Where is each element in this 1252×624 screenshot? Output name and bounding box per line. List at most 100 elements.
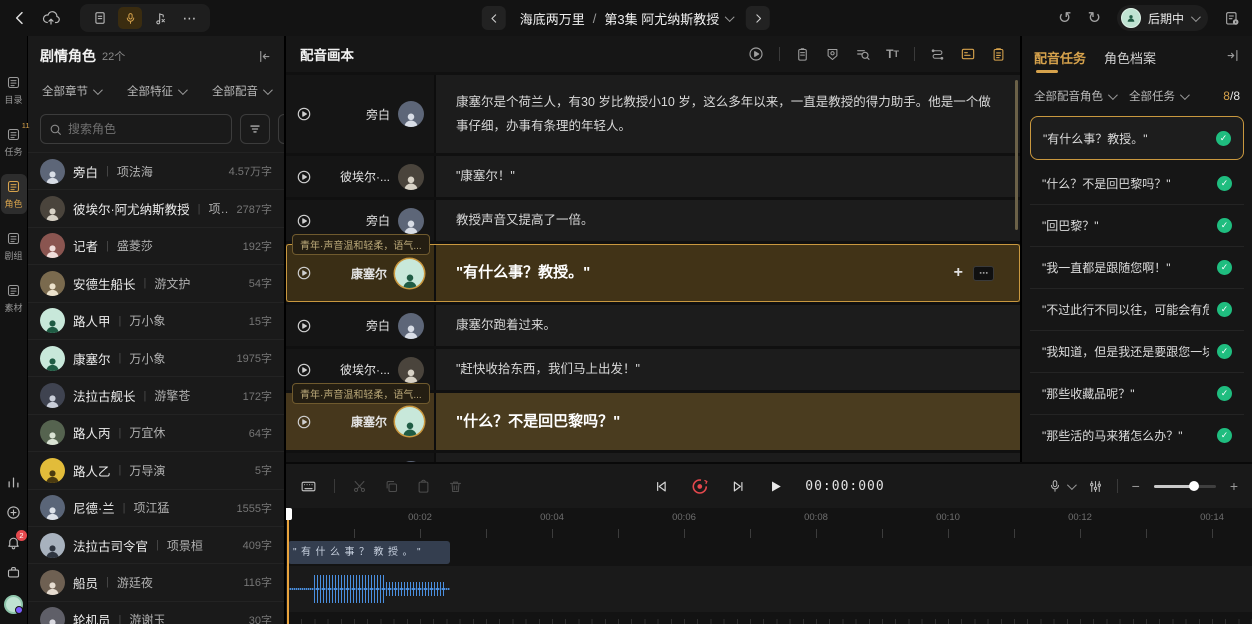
mic-device-dropdown[interactable] — [1048, 479, 1074, 493]
next-episode-button[interactable] — [746, 6, 770, 30]
character-row[interactable]: 法拉古司令官 | 项景桓 409字 — [28, 526, 284, 563]
render-settings-icon[interactable] — [1224, 10, 1240, 26]
task-filter-dropdown[interactable]: 全部任务 — [1129, 88, 1187, 104]
line-text-cell[interactable]: "有什么事？教授。" + ⋯ — [436, 244, 1020, 302]
prev-episode-button[interactable] — [482, 6, 506, 30]
script-doc-icon[interactable] — [88, 7, 112, 29]
playhead[interactable] — [287, 508, 289, 624]
notifications-bell-icon[interactable]: 2 — [6, 535, 21, 550]
rail-nav-item[interactable]: 任务 11 — [1, 122, 27, 162]
character-badge-icon[interactable] — [825, 47, 840, 62]
add-circle-icon[interactable] — [6, 505, 21, 520]
task-card[interactable]: "不过此行不同以往，可能会有危险甚至会付出... ✓ — [1030, 288, 1244, 330]
text-style-icon[interactable]: TT — [886, 47, 899, 61]
character-row[interactable]: 安德生船长 | 游文护 54字 — [28, 264, 284, 301]
character-row[interactable]: 旁白 | 项法海 4.57万字 — [28, 152, 284, 189]
stage-status-dropdown[interactable]: 后期中 — [1117, 5, 1208, 31]
add-character-button[interactable] — [278, 114, 286, 144]
filter-dropdown[interactable]: 全部章节 — [42, 83, 100, 99]
play-button[interactable] — [768, 479, 783, 494]
sort-filter-button[interactable] — [240, 114, 270, 144]
script-line-row[interactable]: 青年·声音温和轻柔，语气... 康塞尔 — [286, 393, 1020, 450]
line-play-icon[interactable] — [296, 213, 312, 229]
task-card[interactable]: "有什么事？教授。" ✓ — [1030, 116, 1244, 160]
task-card[interactable]: "那些收藏品呢？" ✓ — [1030, 372, 1244, 414]
collapse-panel-icon[interactable] — [257, 49, 272, 64]
task-card[interactable]: "那些活的马来猪怎么办？" ✓ — [1030, 414, 1244, 456]
undo-icon[interactable]: ↺ — [1058, 8, 1071, 28]
line-text-cell[interactable]: "什么？不是回巴黎吗？" — [436, 393, 1020, 450]
subtitle-card-icon[interactable] — [960, 46, 976, 62]
search-input[interactable] — [68, 122, 223, 136]
insert-line-icon[interactable]: + — [954, 257, 963, 288]
rail-nav-item[interactable]: 目录 — [1, 70, 27, 110]
dub-role-filter-dropdown[interactable]: 全部配音角色 — [1034, 88, 1115, 104]
audio-mixer-icon[interactable] — [1088, 479, 1103, 494]
character-row[interactable]: 路人甲 | 万小象 15字 — [28, 302, 284, 339]
zoom-out-button[interactable]: − — [1132, 478, 1140, 494]
user-avatar[interactable] — [4, 595, 23, 614]
zoom-in-button[interactable]: + — [1230, 478, 1238, 494]
line-text-cell[interactable]: 康塞尔跑着过来。 — [436, 305, 1020, 346]
line-text-cell[interactable]: 康塞尔不解地问。 — [436, 453, 1020, 462]
task-board-icon[interactable] — [991, 47, 1006, 62]
task-card[interactable]: "我知道，但是我还是要跟您一块去。对了，您... ✓ — [1030, 330, 1244, 372]
rail-nav-item[interactable]: 角色 — [1, 174, 27, 214]
character-row[interactable]: 尼德·兰 | 项江猛 1555字 — [28, 489, 284, 526]
script-line-row[interactable]: 彼埃尔·... "康塞尔！" — [286, 156, 1020, 197]
task-card[interactable]: "什么？不是回巴黎吗？" ✓ — [1030, 162, 1244, 204]
audio-waveform-clip[interactable] — [288, 572, 450, 606]
character-row[interactable]: 法拉古舰长 | 游擎苍 172字 — [28, 376, 284, 413]
line-play-icon[interactable] — [296, 414, 312, 430]
line-note-icon[interactable]: ⋯ — [973, 266, 994, 281]
task-card[interactable]: "回巴黎？" ✓ — [1030, 204, 1244, 246]
rail-nav-item[interactable]: 剧组 — [1, 226, 27, 266]
paste-icon[interactable] — [416, 479, 431, 494]
character-row[interactable]: 路人丙 | 万宜休 64字 — [28, 414, 284, 451]
script-line-row[interactable]: 旁白 康塞尔是个荷兰人，有30 岁比教授小10 岁，这么多年以来，一直是教授的得… — [286, 75, 1020, 153]
script-line-row[interactable]: 旁白 康塞尔不解地问。 — [286, 453, 1020, 462]
timeline-zoom-slider[interactable] — [1154, 485, 1216, 488]
line-text-cell[interactable]: "康塞尔！" — [436, 156, 1020, 197]
line-text-cell[interactable]: 康塞尔是个荷兰人，有30 岁比教授小10 岁，这么多年以来，一直是教授的得力助手… — [436, 75, 1020, 153]
line-play-icon[interactable] — [296, 265, 312, 281]
playhead-handle[interactable] — [286, 508, 292, 520]
rail-nav-item[interactable]: 素材 — [1, 278, 27, 318]
line-play-icon[interactable] — [296, 318, 312, 334]
character-row[interactable]: 彼埃尔·阿尤纳斯教授 | 项雄霸 2787字 — [28, 189, 284, 226]
character-row[interactable]: 轮机员 | 游谢玉 30字 — [28, 601, 284, 624]
line-text-cell[interactable]: 教授声音又提高了一倍。 — [436, 200, 1020, 241]
collapse-panel-icon[interactable] — [1225, 48, 1240, 63]
script-line-row[interactable]: 旁白 康塞尔跑着过来。 — [286, 305, 1020, 346]
character-row[interactable]: 路人乙 | 万导演 5字 — [28, 451, 284, 488]
more-options-icon[interactable]: ⋯ — [178, 7, 202, 29]
record-mode-mic-icon[interactable] — [118, 7, 142, 29]
cut-icon[interactable] — [352, 479, 367, 494]
delete-icon[interactable] — [448, 479, 463, 494]
line-play-icon[interactable] — [296, 169, 312, 185]
cloud-upload-icon[interactable] — [42, 9, 60, 27]
character-row[interactable]: 船员 | 游廷夜 116字 — [28, 563, 284, 600]
project-title[interactable]: 海底两万里 / 第3集 阿尤纳斯教授 — [520, 9, 732, 28]
search-lines-icon[interactable] — [855, 46, 871, 62]
filter-dropdown[interactable]: 全部特征 — [127, 83, 185, 99]
script-scrollbar[interactable] — [1015, 80, 1018, 230]
tab-character-profile[interactable]: 角色档案 — [1104, 48, 1156, 67]
play-all-icon[interactable] — [748, 46, 764, 62]
copy-icon[interactable] — [384, 479, 399, 494]
filter-dropdown[interactable]: 全部配音 — [212, 83, 270, 99]
character-row[interactable]: 记者 | 盛菱莎 192字 — [28, 227, 284, 264]
paragraph-flow-icon[interactable] — [930, 47, 945, 62]
redo-icon[interactable]: ↻ — [1088, 8, 1101, 28]
script-notes-icon[interactable] — [795, 47, 810, 62]
skip-to-start-button[interactable] — [653, 479, 668, 494]
subtitle-clip[interactable]: "有什么事？教授。" — [288, 541, 450, 564]
skip-to-next-button[interactable] — [731, 479, 746, 494]
script-line-row[interactable]: 青年·声音温和轻柔，语气... 康塞尔 — [286, 244, 1020, 302]
line-play-icon[interactable] — [296, 362, 312, 378]
keyboard-shortcuts-icon[interactable] — [300, 478, 317, 495]
toolbox-icon[interactable] — [6, 565, 21, 580]
music-off-icon[interactable] — [148, 7, 172, 29]
record-button[interactable] — [690, 477, 709, 496]
character-row[interactable]: 康塞尔 | 万小象 1975字 — [28, 339, 284, 376]
